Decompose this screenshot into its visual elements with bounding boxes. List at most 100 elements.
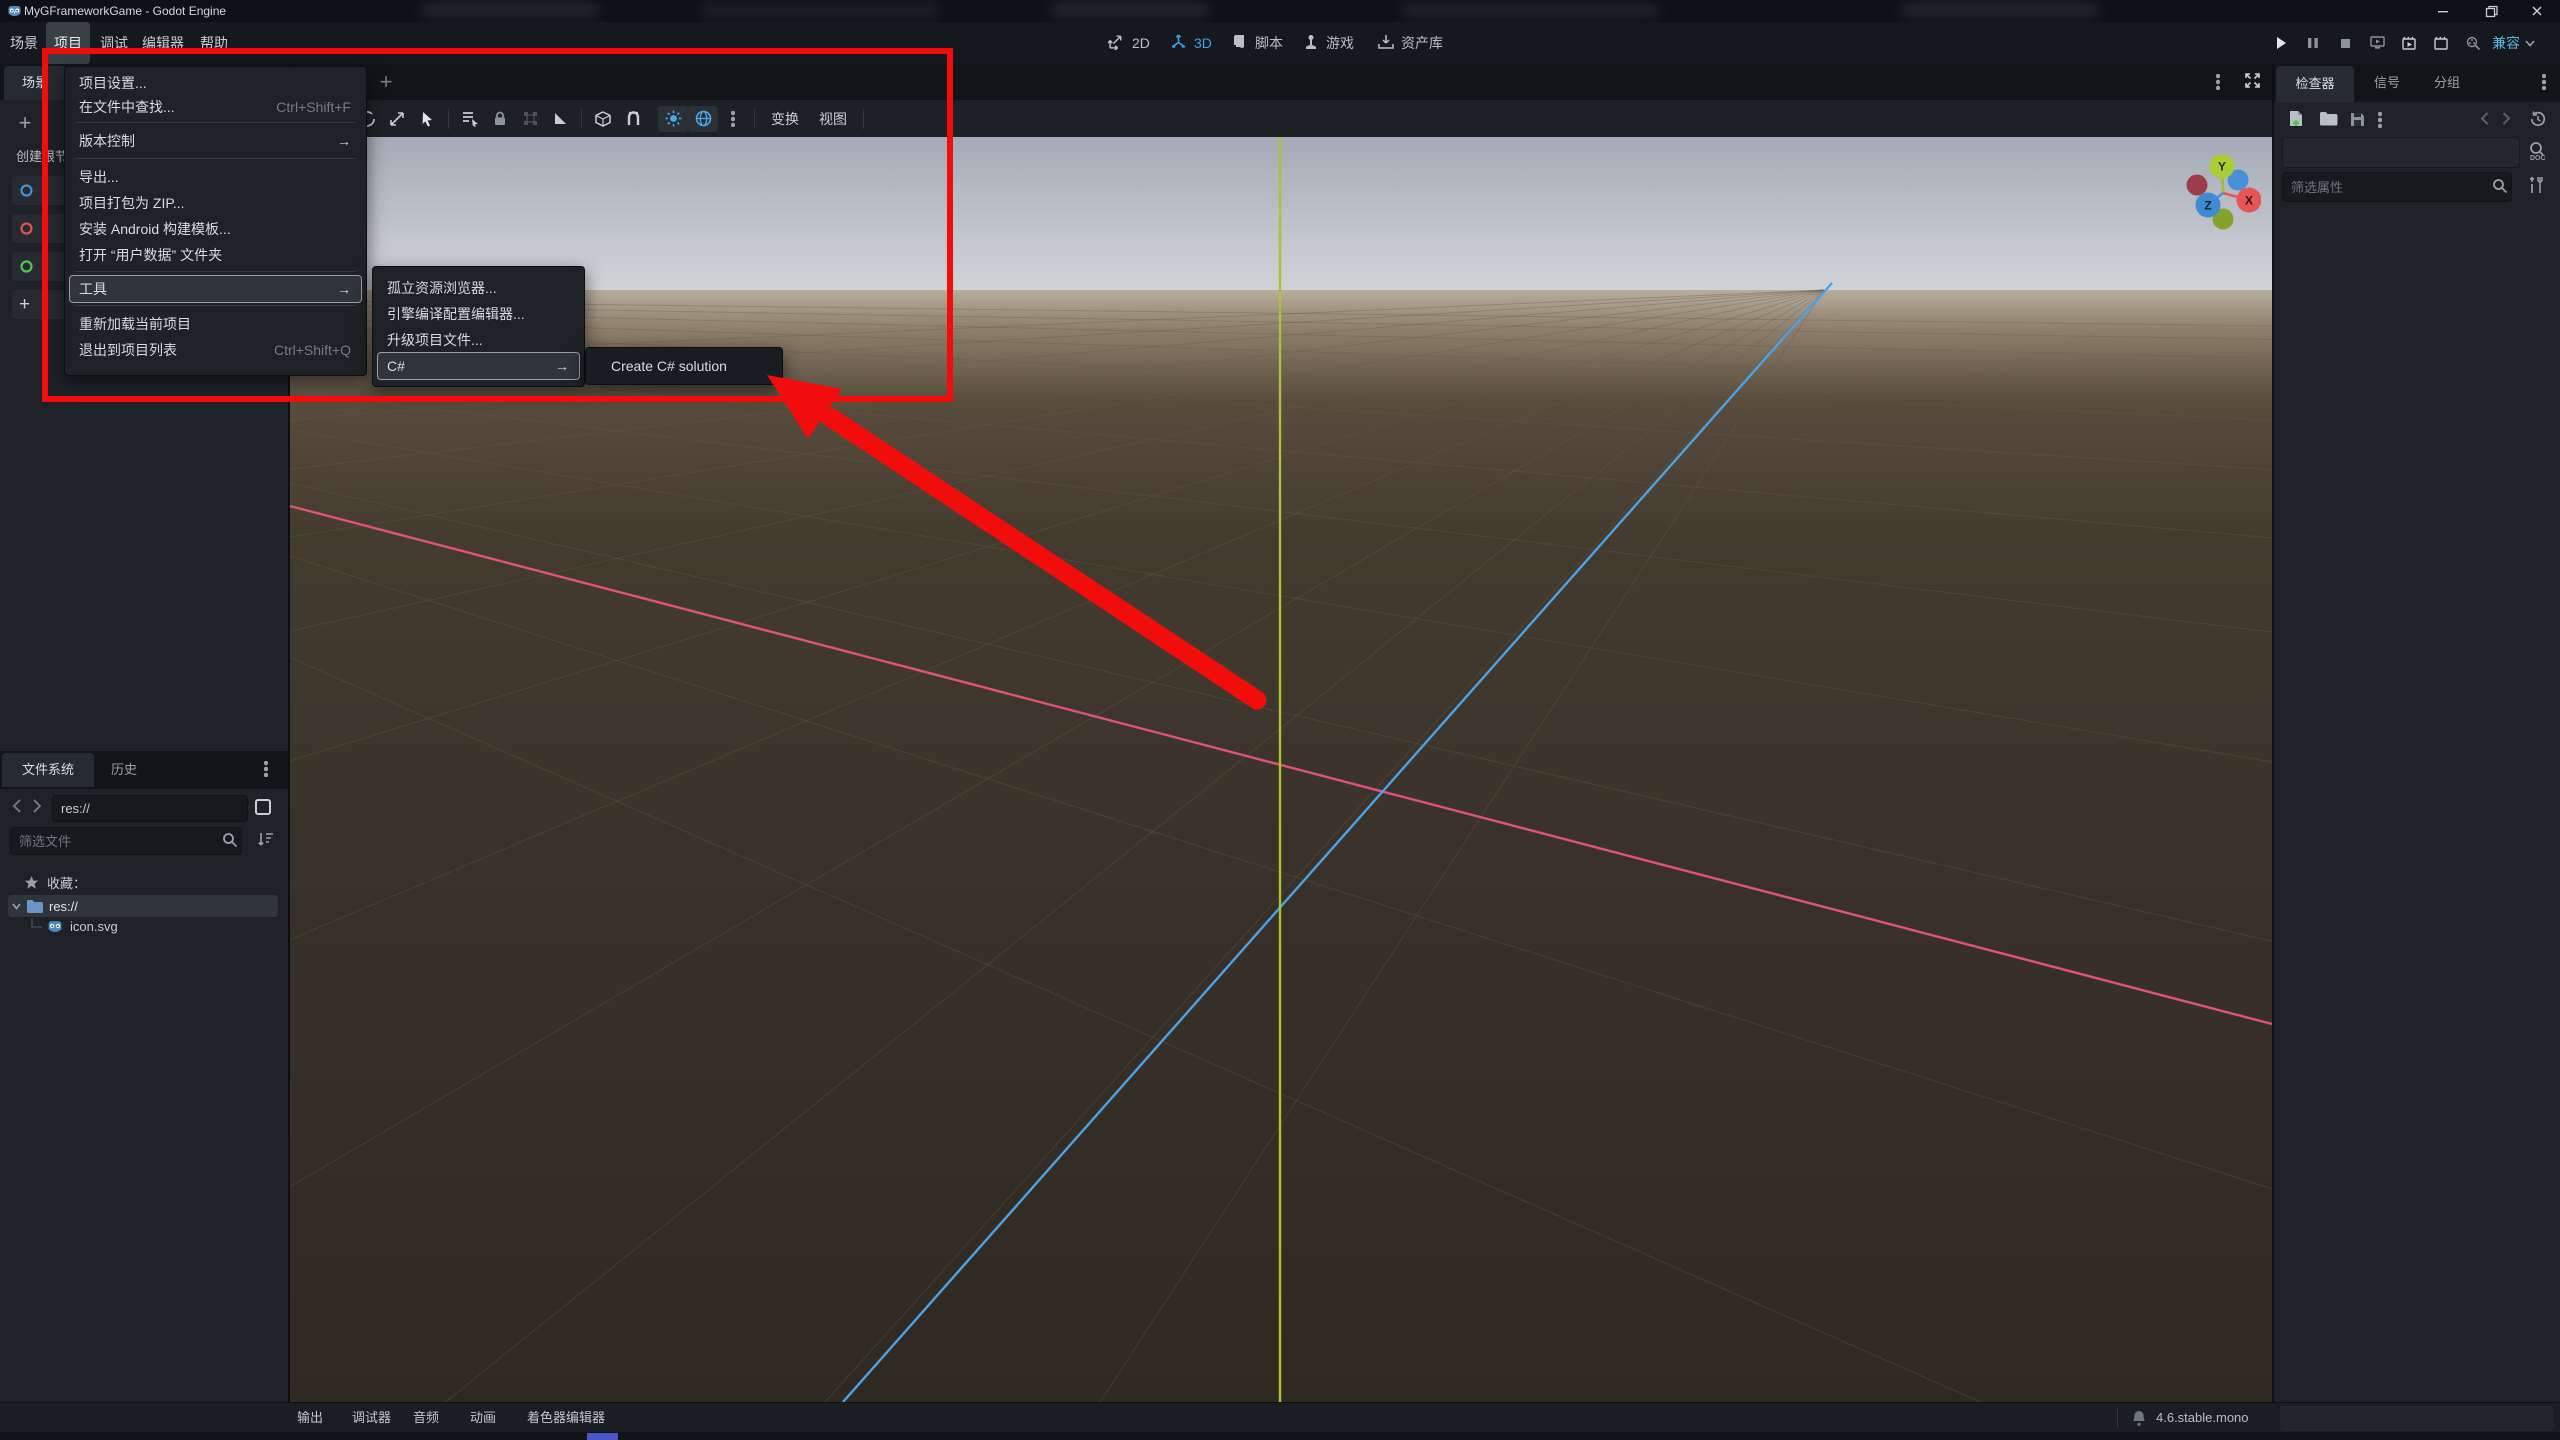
open-docs-icon[interactable]: DOC	[2526, 140, 2548, 162]
view-axis-gizmo[interactable]: Y X Z	[2185, 153, 2262, 236]
bottom-tab-animation[interactable]: 动画	[470, 1403, 496, 1433]
pause-button[interactable]	[2300, 31, 2326, 55]
viewport-3d[interactable]	[0, 137, 2273, 1440]
menu-item-reload-project[interactable]: 重新加载当前项目	[70, 311, 361, 337]
save-icon[interactable]	[2350, 112, 2365, 127]
scale-mode-icon[interactable]	[382, 106, 412, 132]
sort-icon[interactable]	[258, 831, 275, 848]
menu-item-create-csharp-solution[interactable]: Create C# solution	[591, 353, 777, 379]
snap-icon[interactable]	[618, 106, 648, 132]
menu-item-project-settings[interactable]: 项目设置...	[70, 70, 361, 96]
play-button[interactable]	[2268, 31, 2294, 55]
close-button[interactable]	[2522, 0, 2552, 22]
inspector-dock-options-icon[interactable]	[2542, 74, 2546, 90]
tab-groups[interactable]: 分组	[2422, 66, 2472, 100]
tab-asset-library[interactable]: 资产库	[1378, 22, 1443, 64]
new-scene-tab-button[interactable]: +	[374, 69, 398, 94]
2d-icon	[1107, 33, 1125, 53]
project-menu-popup: 项目设置... 在文件中查找... Ctrl+Shift+F 版本控制 → 导出…	[64, 66, 367, 376]
menu-item-install-android-template[interactable]: 安装 Android 构建模板...	[70, 216, 361, 242]
menu-item-open-user-data-folder[interactable]: 打开 “用户数据” 文件夹	[70, 242, 361, 268]
edit-history-icon[interactable]	[2530, 111, 2546, 127]
tree-row-res[interactable]: res://	[8, 895, 278, 917]
path-field[interactable]	[52, 795, 248, 822]
select-mode-icon[interactable]	[412, 106, 442, 132]
nav-forward-icon[interactable]	[32, 799, 42, 813]
tab-2d[interactable]: 2D	[1107, 22, 1150, 64]
select-list-icon[interactable]	[455, 106, 485, 132]
manage-object-properties-icon[interactable]	[2528, 176, 2544, 194]
filter-properties-input[interactable]	[2282, 172, 2512, 202]
menu-item-pack-zip[interactable]: 项目打包为 ZIP...	[70, 190, 361, 216]
tree-row-iconsvg[interactable]: icon.svg	[30, 918, 118, 934]
transform-menu[interactable]: 变换	[761, 109, 809, 129]
notification-bell-icon[interactable]	[2132, 1410, 2146, 1426]
play-remote-button[interactable]	[2364, 31, 2390, 55]
menu-item-upgrade-project-files[interactable]: 升级项目文件...	[378, 327, 579, 353]
tab-scene-dock[interactable]: 场景	[4, 66, 66, 100]
shortcut-label: Ctrl+Shift+Q	[273, 342, 351, 358]
tab-inspector[interactable]: 检查器	[2276, 66, 2354, 102]
split-view-icon[interactable]	[254, 798, 272, 816]
menu-item-export[interactable]: 导出...	[70, 164, 361, 190]
preview-environment-toggle[interactable]	[688, 105, 718, 132]
tab-history[interactable]: 历史	[100, 753, 148, 787]
menu-item-quit-to-project-list[interactable]: 退出到项目列表 Ctrl+Shift+Q	[70, 337, 361, 363]
view-menu[interactable]: 视图	[809, 109, 857, 129]
add-node-button[interactable]: +	[12, 110, 38, 136]
bottom-panel-bar: 输出 调试器 音频 动画 着色器编辑器 4.6.stable.mono	[0, 1402, 2560, 1433]
load-resource-icon[interactable]	[2320, 112, 2338, 126]
menu-help[interactable]: 帮助	[194, 22, 234, 64]
tab-signals[interactable]: 信号	[2362, 66, 2412, 100]
group-icon[interactable]	[515, 106, 545, 132]
expand-bottom-panel-button[interactable]	[2280, 1406, 2554, 1431]
menu-item-orphan-resource-explorer[interactable]: 孤立资源浏览器...	[378, 275, 579, 301]
sun-environment-options-icon[interactable]	[718, 106, 748, 132]
ruler-mode-icon[interactable]	[545, 106, 575, 132]
download-icon	[1378, 34, 1394, 53]
stop-button[interactable]	[2332, 31, 2358, 55]
menu-item-csharp[interactable]: C# →	[377, 352, 580, 380]
tab-script[interactable]: 脚本	[1232, 22, 1283, 64]
menu-scene[interactable]: 场景	[4, 22, 44, 64]
filter-files-input[interactable]	[10, 827, 242, 855]
menu-item-engine-compile-config[interactable]: 引擎编译配置编辑器...	[378, 301, 579, 327]
restore-button[interactable]	[2476, 0, 2506, 22]
taskbar-edge	[0, 1432, 2560, 1440]
bottom-tab-debugger[interactable]: 调试器	[352, 1403, 391, 1433]
lock-icon[interactable]	[485, 106, 515, 132]
nav-back-icon[interactable]	[12, 799, 22, 813]
menu-project[interactable]: 项目	[46, 22, 90, 64]
play-custom-scene-button[interactable]	[2428, 31, 2454, 55]
movie-maker-button[interactable]	[2460, 31, 2486, 55]
scene-tabs-bar: +	[290, 64, 2272, 100]
scene-tabs-options-icon[interactable]	[2216, 74, 2220, 90]
play-scene-button[interactable]	[2396, 31, 2422, 55]
menu-item-find-in-files[interactable]: 在文件中查找... Ctrl+Shift+F	[70, 94, 361, 120]
svg-text:X: X	[2245, 194, 2253, 208]
version-label[interactable]: 4.6.stable.mono	[2156, 1403, 2249, 1433]
new-resource-icon[interactable]	[2288, 110, 2304, 128]
history-forward-icon[interactable]	[2502, 112, 2511, 125]
tab-game[interactable]: 游戏	[1303, 22, 1354, 64]
resource-name-box[interactable]	[2282, 137, 2520, 168]
resource-options-icon[interactable]	[2378, 112, 2382, 128]
submenu-arrow-icon: →	[337, 133, 351, 149]
menu-item-tools[interactable]: 工具 →	[69, 275, 362, 303]
renderer-selector[interactable]: 兼容	[2492, 22, 2535, 64]
minimize-button[interactable]	[2428, 0, 2458, 22]
tab-3d[interactable]: 3D	[1170, 22, 1212, 64]
camera-preview-icon[interactable]	[588, 106, 618, 132]
svg-text:Z: Z	[2204, 199, 2211, 213]
menu-item-version-control[interactable]: 版本控制 →	[70, 128, 361, 154]
bottom-tab-output[interactable]: 输出	[297, 1403, 323, 1433]
bottom-tab-audio[interactable]: 音频	[413, 1403, 439, 1433]
history-back-icon[interactable]	[2480, 112, 2489, 125]
bottom-tab-shader-editor[interactable]: 着色器编辑器	[527, 1403, 605, 1433]
dock-options-icon[interactable]	[264, 761, 268, 777]
preview-sun-toggle[interactable]	[658, 105, 688, 132]
menu-debug[interactable]: 调试	[94, 22, 134, 64]
tab-filesystem[interactable]: 文件系统	[2, 753, 94, 787]
distraction-free-icon[interactable]	[2244, 72, 2261, 89]
menu-editor[interactable]: 编辑器	[136, 22, 190, 64]
